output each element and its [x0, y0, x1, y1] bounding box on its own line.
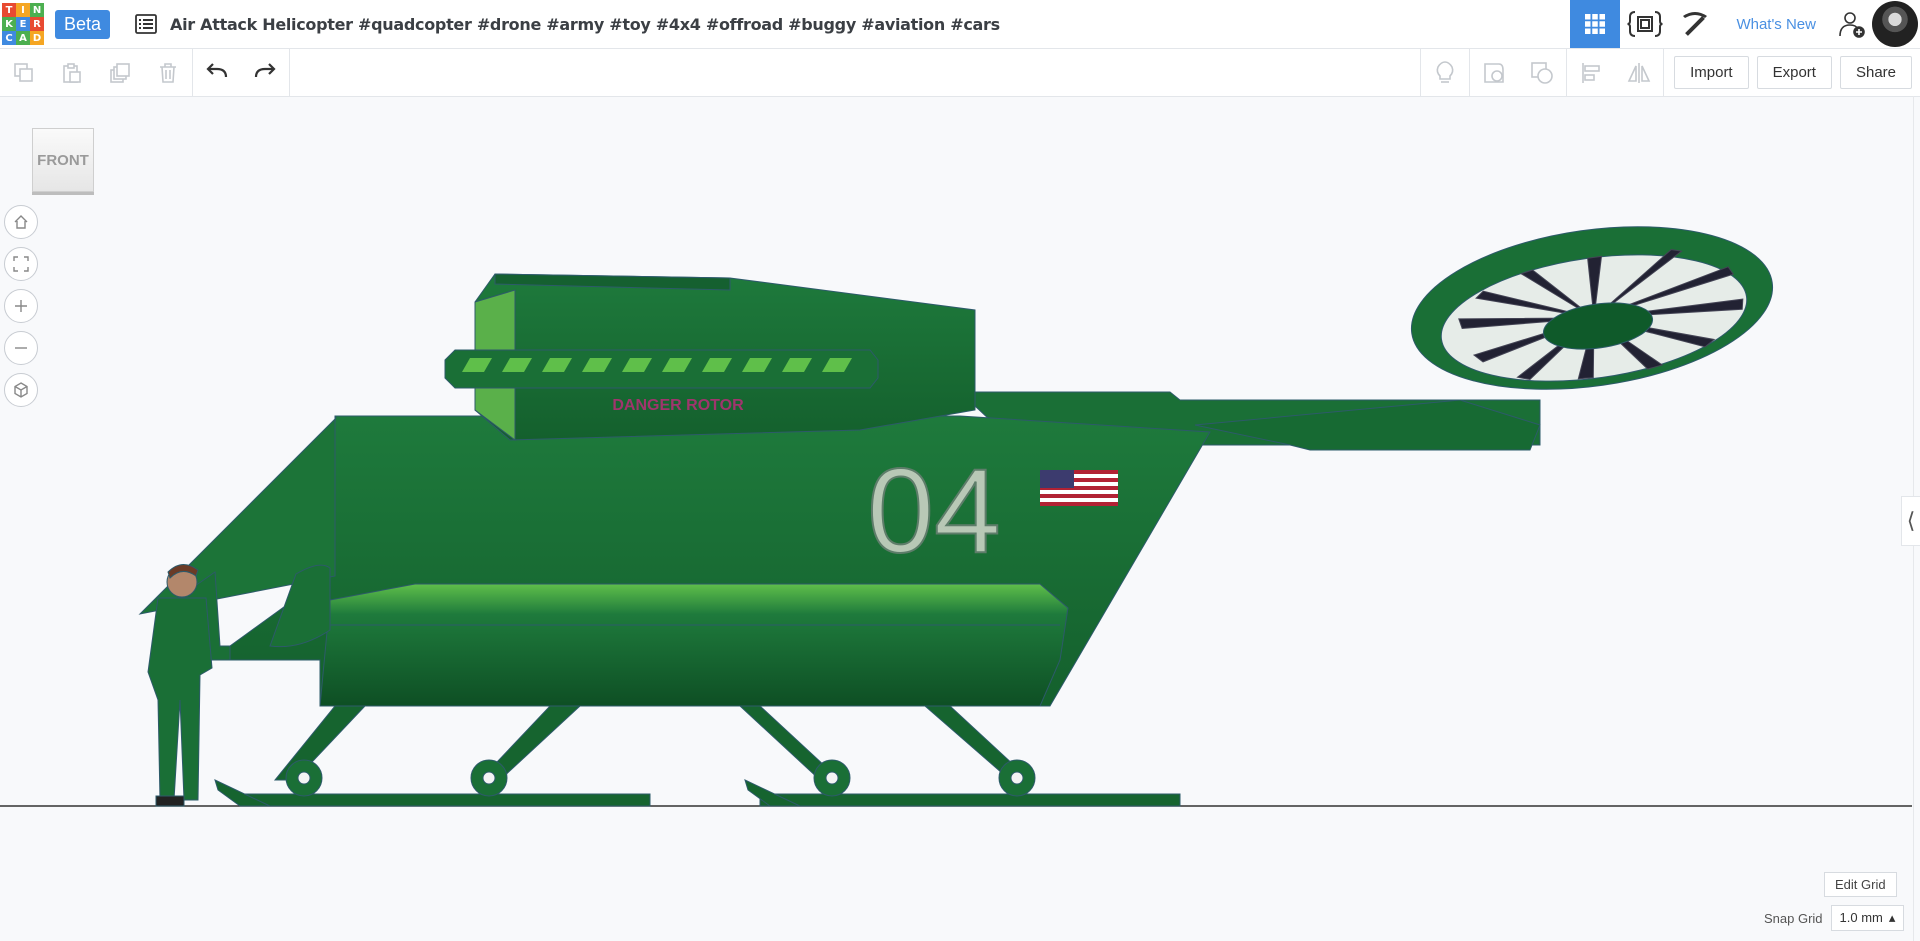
code-blocks-icon[interactable] [1620, 0, 1670, 48]
home-view-icon[interactable] [4, 205, 38, 239]
add-user-icon[interactable] [1832, 0, 1872, 48]
logo-letter: C [2, 31, 16, 45]
nose-text-decal: DANGER ROTOR [612, 397, 744, 414]
align-icon[interactable] [1567, 49, 1615, 96]
logo-letter: K [2, 17, 16, 31]
redo-icon[interactable] [241, 49, 289, 96]
tinkercad-logo[interactable]: T I N K E R C A D [2, 3, 44, 45]
note-icon[interactable] [1470, 49, 1518, 96]
group-icon[interactable] [1518, 49, 1566, 96]
share-button[interactable]: Share [1839, 56, 1912, 89]
logo-letter: A [16, 31, 30, 45]
logo-letter: E [16, 17, 30, 31]
pickaxe-icon[interactable] [1670, 0, 1720, 48]
copy-icon[interactable] [0, 49, 48, 96]
edit-grid-button[interactable]: Edit Grid [1824, 872, 1897, 897]
header-actions: What's New [1570, 0, 1920, 48]
snap-grid-value: 1.0 mm [1839, 910, 1883, 925]
avatar[interactable] [1872, 1, 1918, 47]
toolbar-right: Import Export Share [1420, 49, 1920, 96]
us-flag-decal [1040, 470, 1118, 506]
beta-badge[interactable]: Beta [55, 9, 111, 39]
logo-letter: T [2, 3, 16, 17]
logo-letter: R [30, 17, 44, 31]
logo-letter: D [30, 31, 44, 45]
snap-grid-select[interactable]: 1.0 mm ▴ [1830, 905, 1905, 931]
import-button[interactable]: Import [1674, 56, 1749, 89]
caret-up-icon: ▴ [1888, 910, 1896, 925]
model-number-decal: 04 [867, 444, 1000, 578]
light-bulb-icon[interactable] [1421, 49, 1469, 96]
toolbar-separator [289, 49, 290, 96]
view-cube[interactable]: FRONT [32, 128, 94, 192]
logo-letter: I [16, 3, 30, 17]
edit-toolbar: Import Export Share [0, 49, 1920, 97]
perspective-icon[interactable] [4, 373, 38, 407]
toolbar-separator [1663, 49, 1665, 96]
collapse-panel-icon[interactable]: ⟨ [1901, 496, 1920, 546]
duplicate-icon[interactable] [96, 49, 144, 96]
mirror-icon[interactable] [1615, 49, 1663, 96]
fit-view-icon[interactable] [4, 247, 38, 281]
grid-view-icon[interactable] [1570, 0, 1621, 48]
design-list-icon[interactable] [134, 12, 158, 36]
snap-grid-control: Snap Grid 1.0 mm ▴ [1764, 905, 1905, 931]
logo-letter: N [30, 3, 44, 17]
delete-icon[interactable] [144, 49, 192, 96]
snap-grid-label: Snap Grid [1764, 910, 1823, 926]
top-bar: T I N K E R C A D Beta Air Attack Helico… [0, 0, 1920, 49]
zoom-in-icon[interactable] [4, 289, 38, 323]
whats-new-link[interactable]: What's New [1720, 16, 1832, 33]
workplane-canvas[interactable]: 04 DANGER ROTOR [0, 96, 1920, 941]
design-title[interactable]: Air Attack Helicopter #quadcopter #drone… [170, 15, 1000, 34]
zoom-out-icon[interactable] [4, 331, 38, 365]
export-button[interactable]: Export [1756, 56, 1832, 89]
undo-icon[interactable] [193, 49, 241, 96]
paste-icon[interactable] [48, 49, 96, 96]
